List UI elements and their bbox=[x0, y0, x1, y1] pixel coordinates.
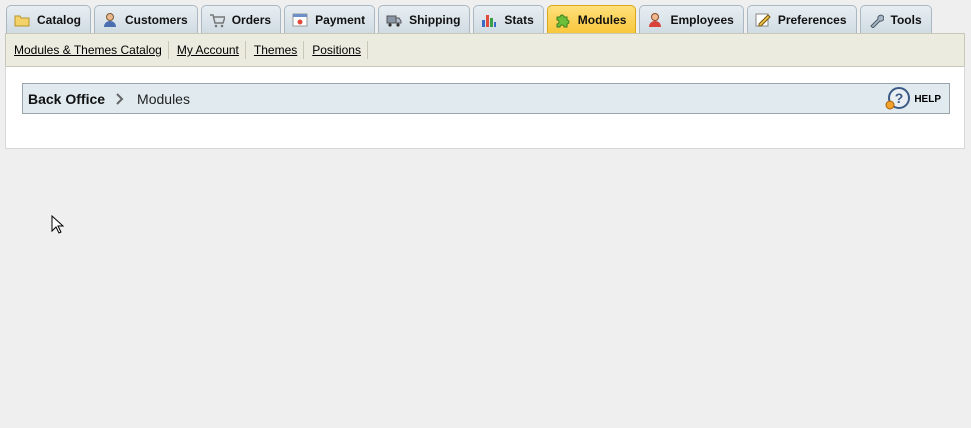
subnav-positions[interactable]: Positions bbox=[310, 41, 368, 59]
tab-customers[interactable]: Customers bbox=[94, 5, 198, 34]
breadcrumb-current: Modules bbox=[137, 90, 190, 107]
subnav-my-account[interactable]: My Account bbox=[175, 41, 246, 59]
content-panel: Back Office Modules ? HELP bbox=[5, 66, 965, 149]
chevron-right-icon bbox=[115, 92, 125, 105]
tab-label: Employees bbox=[670, 13, 734, 27]
tab-stats[interactable]: Stats bbox=[473, 5, 544, 34]
svg-text:?: ? bbox=[895, 90, 904, 106]
tab-preferences[interactable]: Preferences bbox=[746, 5, 857, 34]
sub-navigation: Modules & Themes Catalog My Account Them… bbox=[5, 33, 965, 66]
bar-chart-icon bbox=[481, 12, 497, 28]
tab-payment[interactable]: Payment bbox=[284, 5, 376, 34]
tab-employees[interactable]: Employees bbox=[639, 5, 744, 34]
tab-label: Catalog bbox=[37, 13, 82, 27]
tab-label: Payment bbox=[315, 13, 366, 27]
mouse-cursor-icon bbox=[51, 214, 65, 238]
preferences-icon bbox=[755, 12, 771, 28]
breadcrumb: Back Office Modules ? HELP bbox=[22, 83, 950, 114]
help-label: HELP bbox=[914, 93, 941, 105]
wrench-icon bbox=[868, 12, 884, 29]
tab-tools[interactable]: Tools bbox=[859, 5, 932, 34]
subnav-modules-themes-catalog[interactable]: Modules & Themes Catalog bbox=[12, 41, 169, 59]
help-icon: ? bbox=[885, 87, 911, 111]
tab-label: Preferences bbox=[777, 13, 847, 27]
tab-catalog[interactable]: Catalog bbox=[6, 5, 92, 34]
tab-shipping[interactable]: Shipping bbox=[378, 5, 471, 34]
user-icon bbox=[102, 12, 118, 28]
main-tabs: Catalog Customers Orders Payment Shippin… bbox=[6, 4, 935, 34]
folder-icon bbox=[14, 12, 30, 28]
puzzle-icon bbox=[555, 12, 571, 28]
tab-label: Stats bbox=[504, 13, 534, 27]
tab-modules[interactable]: Modules bbox=[546, 5, 637, 34]
subnav-themes[interactable]: Themes bbox=[252, 41, 305, 59]
tab-label: Modules bbox=[577, 13, 627, 27]
truck-icon bbox=[386, 12, 402, 28]
tab-label: Tools bbox=[890, 13, 922, 27]
tab-label: Shipping bbox=[409, 13, 461, 27]
employee-icon bbox=[647, 12, 663, 28]
cart-icon bbox=[209, 12, 226, 28]
tab-label: Customers bbox=[125, 13, 188, 27]
tab-label: Orders bbox=[231, 13, 272, 27]
payment-icon bbox=[292, 12, 308, 28]
help-button[interactable]: ? HELP bbox=[885, 87, 941, 111]
breadcrumb-root[interactable]: Back Office bbox=[28, 91, 105, 107]
tab-orders[interactable]: Orders bbox=[200, 5, 282, 34]
